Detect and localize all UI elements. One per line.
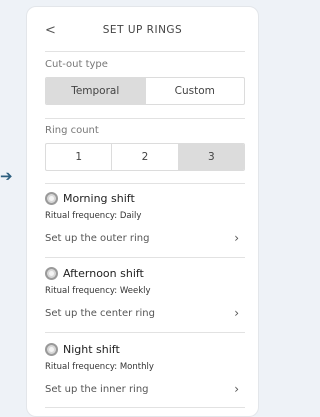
setup-outer-ring-link[interactable]: Set up the outer ring › (45, 231, 245, 245)
ring-count-label: Ring count (45, 125, 99, 136)
shift-morning: Morning shift Ritual frequency: Daily Se… (45, 190, 245, 245)
shift-afternoon: Afternoon shift Ritual frequency: Weekly… (45, 265, 245, 320)
shift-frequency: Ritual frequency: Monthly (45, 362, 154, 372)
divider (45, 332, 245, 333)
shift-header[interactable]: Night shift (45, 341, 245, 357)
cutout-type-label: Cut-out type (45, 59, 108, 70)
shift-name: Morning shift (63, 191, 135, 205)
ring-count-option-3[interactable]: 3 (178, 144, 244, 170)
ring-count-option-1[interactable]: 1 (46, 144, 113, 170)
link-label: Set up the outer ring (45, 232, 150, 244)
radio-icon[interactable] (45, 191, 58, 205)
chevron-right-icon: › (234, 382, 239, 396)
radio-icon[interactable] (45, 266, 58, 280)
page-title: SET UP RINGS (102, 24, 183, 36)
setup-inner-ring-link[interactable]: Set up the inner ring › (45, 382, 245, 396)
shift-header[interactable]: Morning shift (45, 190, 245, 206)
ring-count-option-2[interactable]: 2 (112, 144, 179, 170)
shift-frequency: Ritual frequency: Daily (45, 211, 142, 221)
divider (45, 51, 245, 52)
divider (45, 407, 245, 408)
shift-frequency: Ritual frequency: Weekly (45, 286, 151, 296)
setup-rings-panel: < SET UP RINGS Cut-out type Temporal Cus… (26, 6, 259, 417)
link-label: Set up the center ring (45, 307, 155, 319)
shift-name: Night shift (63, 342, 120, 356)
chevron-right-icon: › (234, 231, 239, 245)
ring-count-selector: 1 2 3 (45, 143, 245, 171)
shift-night: Night shift Ritual frequency: Monthly Se… (45, 341, 245, 396)
divider (45, 257, 245, 258)
link-label: Set up the inner ring (45, 383, 149, 395)
cutout-option-temporal[interactable]: Temporal (46, 78, 146, 104)
shift-header[interactable]: Afternoon shift (45, 265, 245, 281)
setup-center-ring-link[interactable]: Set up the center ring › (45, 306, 245, 320)
cutout-option-custom[interactable]: Custom (146, 78, 245, 104)
cutout-type-selector: Temporal Custom (45, 77, 245, 105)
shift-name: Afternoon shift (63, 266, 144, 280)
panel-header: < SET UP RINGS (27, 7, 258, 51)
chevron-right-icon: › (234, 306, 239, 320)
divider (45, 183, 245, 184)
divider (45, 118, 245, 119)
side-arrow-icon: ➔ (0, 167, 13, 185)
radio-icon[interactable] (45, 342, 58, 356)
